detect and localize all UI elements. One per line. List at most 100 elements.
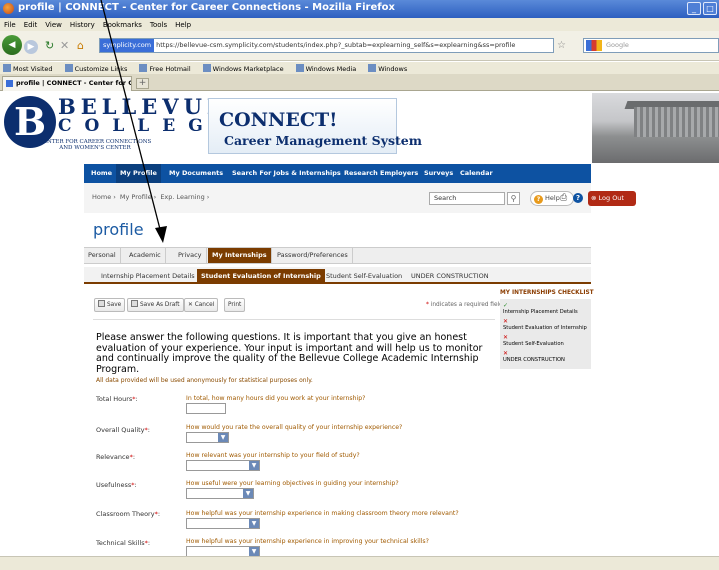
status-bar xyxy=(0,556,719,570)
site-identity-badge[interactable]: symplicity.com xyxy=(100,39,155,52)
question-text: How would you rate the overall quality o… xyxy=(186,424,403,431)
browser-tab[interactable]: profile | CONNECT - Center for C... xyxy=(2,76,132,91)
tab-my-internships[interactable]: My Internships xyxy=(208,248,272,263)
nav-search-jobs[interactable]: Search For Jobs & Internships xyxy=(232,164,341,183)
forward-button[interactable]: ▶ xyxy=(24,40,38,54)
breadcrumb: Home › My Profile › Exp. Learning › xyxy=(92,193,210,201)
tab-password-preferences[interactable]: Password/Preferences xyxy=(273,248,353,263)
logout-button[interactable]: ⊗ Log Out xyxy=(588,191,636,206)
breadcrumb-my-profile[interactable]: My Profile xyxy=(120,193,152,201)
windows-icon xyxy=(295,63,304,72)
connect-subtitle: Career Management System xyxy=(224,133,422,148)
help-icon: ? xyxy=(534,195,543,204)
chevron-down-icon: ▼ xyxy=(249,461,259,470)
tab-personal[interactable]: Personal xyxy=(84,248,121,263)
checklist-item[interactable]: ✕ Student Evaluation of Internship xyxy=(503,319,588,332)
firefox-icon xyxy=(3,3,14,14)
print-icon[interactable]: ⎙ xyxy=(560,193,567,203)
menu-edit[interactable]: Edit xyxy=(24,21,38,29)
classroom-theory-select[interactable]: ▼ xyxy=(186,518,260,529)
breadcrumb-exp-learning[interactable]: Exp. Learning xyxy=(160,193,204,201)
question-label: Usefulness*: xyxy=(96,481,137,489)
menu-file[interactable]: File xyxy=(4,21,16,29)
connect-banner: CONNECT! Career Management System xyxy=(208,98,422,154)
navigation-toolbar: ◀ ▶ ↻ ✕ ⌂ symplicity.com https://bellevue… xyxy=(0,31,719,61)
tab-privacy[interactable]: Privacy xyxy=(174,248,207,263)
new-tab-button[interactable]: + xyxy=(136,78,149,89)
question-icon[interactable]: ? xyxy=(573,193,583,203)
subtab-self-evaluation[interactable]: Student Self-Evaluation xyxy=(322,269,406,284)
nav-surveys[interactable]: Surveys xyxy=(424,164,453,183)
checklist-item[interactable]: ✕ UNDER CONSTRUCTION xyxy=(503,351,588,364)
minimize-button[interactable]: _ xyxy=(687,2,701,15)
bookmark-most-visited[interactable]: Most Visited xyxy=(3,63,53,73)
anonymous-note: All data provided will be used anonymous… xyxy=(96,377,313,384)
overall-quality-select[interactable]: ▼ xyxy=(186,432,229,443)
question-label: Relevance*: xyxy=(96,453,136,461)
bookmark-star-icon[interactable]: ☆ xyxy=(557,40,566,51)
profile-tabs: Personal Academic Privacy My Internships… xyxy=(84,247,591,264)
window-titlebar: profile | CONNECT - Center for Career Co… xyxy=(0,0,719,18)
checklist-item[interactable]: ✓ Internship Placement Details xyxy=(503,303,588,316)
chevron-down-icon: ▼ xyxy=(249,519,259,528)
subtab-under-construction[interactable]: UNDER CONSTRUCTION xyxy=(407,269,493,284)
breadcrumb-home[interactable]: Home xyxy=(92,193,111,201)
search-engine-placeholder: Google xyxy=(606,41,629,49)
menu-view[interactable]: View xyxy=(45,21,62,29)
required-note: * indicates a required field xyxy=(426,302,503,308)
subtab-student-evaluation[interactable]: Student Evaluation of Internship xyxy=(197,269,325,284)
relevance-select[interactable]: ▼ xyxy=(186,460,260,471)
total-hours-input[interactable] xyxy=(186,403,226,414)
menu-bookmarks[interactable]: Bookmarks xyxy=(103,21,142,29)
save-button[interactable]: Save xyxy=(94,298,126,312)
internship-subtabs: Internship Placement Details Student Eva… xyxy=(84,267,591,284)
search-icon[interactable]: ⚲ xyxy=(507,192,520,205)
question-label: Overall Quality*: xyxy=(96,426,150,434)
home-icon[interactable]: ⌂ xyxy=(77,39,84,53)
college-subtitle: CENTER FOR CAREER CONNECTIONS AND WOMEN'… xyxy=(38,139,152,152)
site-nav: Home My Profile My Documents Search For … xyxy=(84,164,591,183)
search-engine-input[interactable]: Google xyxy=(583,38,719,53)
address-bar[interactable]: symplicity.com https://bellevue-csm.sympl… xyxy=(99,38,554,53)
windows-icon xyxy=(368,63,377,72)
windows-icon xyxy=(202,63,211,72)
usefulness-select[interactable]: ▼ xyxy=(186,488,254,499)
chevron-down-icon: ▼ xyxy=(243,489,253,498)
bookmarks-toolbar: Most Visited Customize Links Free Hotmai… xyxy=(0,62,719,74)
google-icon xyxy=(586,40,602,51)
subtab-placement-details[interactable]: Internship Placement Details xyxy=(97,269,199,284)
checklist-item[interactable]: ✕ Student Self-Evaluation xyxy=(503,335,588,348)
bookmark-icon xyxy=(64,63,73,72)
bookmark-free-hotmail[interactable]: Free Hotmail xyxy=(139,63,191,73)
bookmark-windows-marketplace[interactable]: Windows Marketplace xyxy=(202,63,284,73)
bookmark-windows-media[interactable]: Windows Media xyxy=(295,63,356,73)
menu-history[interactable]: History xyxy=(70,21,95,29)
maximize-button[interactable]: □ xyxy=(703,2,717,15)
help-button[interactable]: ? Help xyxy=(530,191,574,206)
question-text: How useful were your learning objectives… xyxy=(186,480,399,487)
reload-icon[interactable]: ↻ xyxy=(45,39,54,53)
bookmark-customize-links[interactable]: Customize Links xyxy=(64,63,127,73)
site-header: B BELLEVUE COLLEGE CENTER FOR CAREER CON… xyxy=(0,91,719,164)
question-label: Technical Skills*: xyxy=(96,539,151,547)
save-icon xyxy=(131,300,138,307)
nav-calendar[interactable]: Calendar xyxy=(460,164,493,183)
site-search-input[interactable]: Search xyxy=(429,192,505,205)
save-icon xyxy=(98,300,105,307)
nav-research-employers[interactable]: Research Employers xyxy=(344,164,418,183)
nav-my-profile[interactable]: My Profile xyxy=(116,164,161,183)
divider xyxy=(93,319,495,320)
save-draft-button[interactable]: Save As Draft xyxy=(127,298,184,312)
print-button[interactable]: Print xyxy=(224,298,246,312)
bookmark-windows[interactable]: Windows xyxy=(368,63,407,73)
browser-tab-strip: profile | CONNECT - Center for C... + xyxy=(0,74,719,91)
browser-window: profile | CONNECT - Center for Career Co… xyxy=(0,0,719,570)
back-button[interactable]: ◀ xyxy=(2,35,22,55)
nav-home[interactable]: Home xyxy=(91,164,112,183)
menu-help[interactable]: Help xyxy=(175,21,191,29)
stop-icon[interactable]: ✕ xyxy=(60,39,69,53)
cancel-button[interactable]: ✕ Cancel xyxy=(184,298,219,312)
menu-tools[interactable]: Tools xyxy=(150,21,167,29)
tab-academic[interactable]: Academic xyxy=(125,248,166,263)
nav-my-documents[interactable]: My Documents xyxy=(169,164,223,183)
